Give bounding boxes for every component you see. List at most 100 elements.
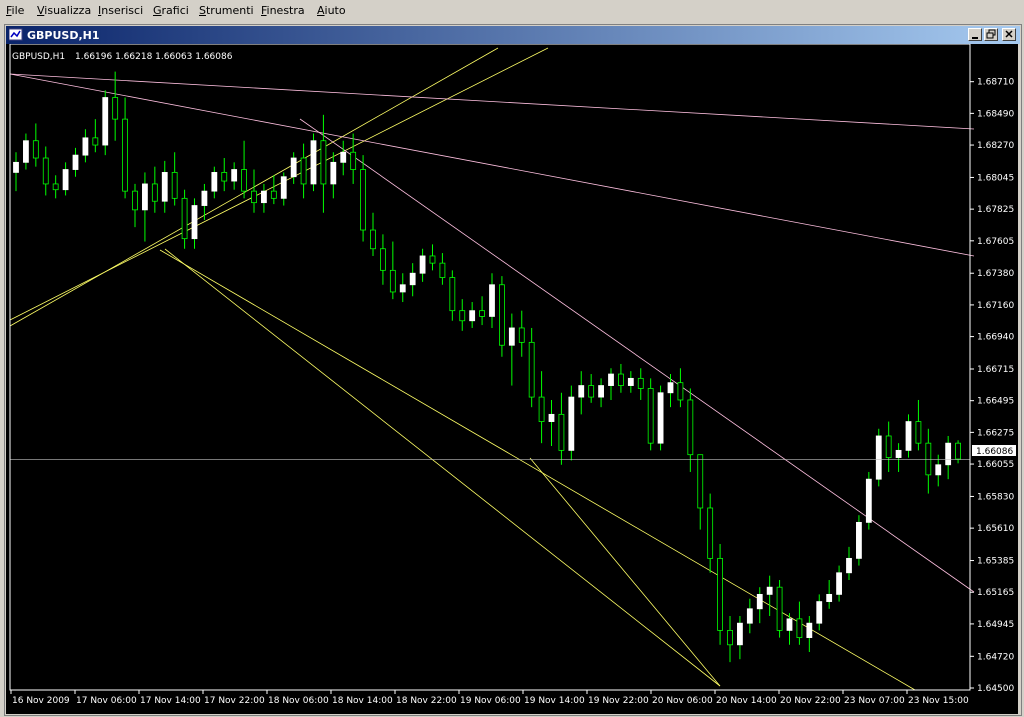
restore-button[interactable] — [984, 28, 998, 41]
menu-aiuto[interactable]: Aiuto — [317, 4, 346, 17]
bull-candle-body — [895, 449, 902, 458]
candle — [142, 172, 148, 242]
bear-candle-body — [677, 382, 684, 401]
chart-window-icon — [9, 28, 23, 41]
candle — [865, 471, 872, 530]
candle — [528, 327, 535, 408]
trendline[interactable] — [164, 248, 721, 687]
bull-candle-body — [608, 373, 614, 386]
trendline[interactable] — [299, 118, 975, 593]
price-tick-label: 1.64945 — [977, 620, 1014, 630]
candle — [608, 368, 614, 400]
time-tick-label: 18 Nov 22:00 — [396, 696, 457, 706]
bear-candle-body — [270, 190, 277, 199]
price-tick-label: 1.67160 — [977, 301, 1014, 311]
bear-candle-body — [776, 586, 783, 631]
bull-candle-body — [72, 154, 79, 170]
bear-candle-body — [637, 377, 644, 389]
candle — [508, 313, 515, 386]
bull-candle-body — [102, 97, 109, 146]
candle — [102, 90, 109, 156]
candle — [429, 244, 436, 271]
bull-candle-body — [568, 396, 575, 451]
price-tick-label: 1.67605 — [977, 237, 1014, 247]
bear-candle-body — [717, 557, 723, 631]
price-tick-label: 1.65610 — [977, 524, 1014, 534]
candle — [489, 273, 495, 328]
bull-candle-body — [469, 310, 476, 322]
bear-candle-body — [528, 341, 535, 398]
candle — [191, 198, 198, 249]
menu-visualizza[interactable]: Visualizza — [37, 4, 91, 17]
candle — [737, 615, 743, 660]
candle — [151, 166, 158, 213]
bear-candle-body — [429, 255, 436, 264]
candle — [538, 371, 545, 444]
time-tick-label: 17 Nov 22:00 — [204, 696, 265, 706]
bull-candle-body — [746, 608, 753, 624]
candle — [370, 212, 376, 256]
price-tick-label: 1.66055 — [977, 460, 1014, 470]
bull-candle-body — [201, 190, 208, 206]
minimize-button[interactable] — [968, 28, 982, 41]
bear-candle-body — [122, 118, 128, 192]
candle — [558, 392, 565, 465]
candle — [657, 385, 664, 451]
bear-candle-body — [439, 262, 446, 278]
trendline[interactable] — [529, 457, 721, 687]
price-chart[interactable]: 1.68710 1.68490 1.68270 1.68045 1.67825 1.676… — [6, 44, 1018, 714]
candle — [112, 71, 119, 141]
candle — [261, 183, 267, 213]
bull-candle-body — [142, 183, 148, 211]
bear-candle-body — [132, 190, 138, 211]
candle — [300, 143, 307, 199]
candle — [717, 543, 723, 645]
trendline[interactable] — [9, 47, 549, 321]
candle — [23, 133, 29, 170]
candle — [409, 263, 416, 297]
bull-candle-body — [865, 478, 872, 523]
price-tick-label: 1.66495 — [977, 397, 1014, 407]
menu-file[interactable]: File — [6, 4, 24, 17]
bear-candle-body — [300, 157, 307, 185]
candle — [270, 175, 277, 205]
bull-candle-body — [756, 593, 763, 610]
candle — [627, 371, 634, 393]
price-tick-label: 1.65830 — [977, 492, 1014, 502]
bear-candle-body — [518, 327, 525, 343]
chart-canvas[interactable]: 1.68710 1.68490 1.68270 1.68045 1.67825 1.676… — [6, 44, 1018, 714]
window-titlebar[interactable]: GBPUSD,H1 — [6, 26, 1020, 44]
menu-strumenti[interactable]: Strumenti — [199, 4, 254, 17]
bear-candle-body — [796, 618, 803, 638]
candle — [52, 175, 59, 199]
candle — [92, 119, 99, 153]
bear-candle-body — [449, 277, 456, 312]
candle — [132, 183, 138, 228]
candle — [796, 601, 803, 645]
bull-candle-body — [82, 137, 89, 156]
candle — [330, 152, 337, 199]
candle — [439, 253, 446, 285]
bear-candle-body — [32, 140, 39, 159]
close-button[interactable] — [1002, 28, 1016, 41]
bear-candle-body — [360, 169, 366, 231]
menu-finestra[interactable]: Finestra — [261, 4, 305, 17]
candle — [598, 378, 604, 408]
candle — [885, 421, 892, 472]
candle — [568, 385, 575, 461]
candle — [945, 435, 952, 480]
time-tick-label: 19 Nov 06:00 — [460, 696, 521, 706]
window-title: GBPUSD,H1 — [27, 29, 100, 42]
bull-candle-body — [766, 586, 773, 595]
bear-candle-body — [92, 137, 99, 146]
bear-candle-body — [925, 442, 932, 476]
candle — [280, 172, 287, 206]
menu-inserisci[interactable]: Inserisci — [98, 4, 143, 17]
candle — [42, 146, 49, 196]
candle — [241, 140, 247, 199]
plot-frame — [9, 44, 971, 691]
candle — [231, 162, 238, 190]
bull-candle-body — [280, 176, 287, 199]
menu-grafici[interactable]: Grafici — [153, 4, 189, 17]
candle — [181, 189, 188, 249]
